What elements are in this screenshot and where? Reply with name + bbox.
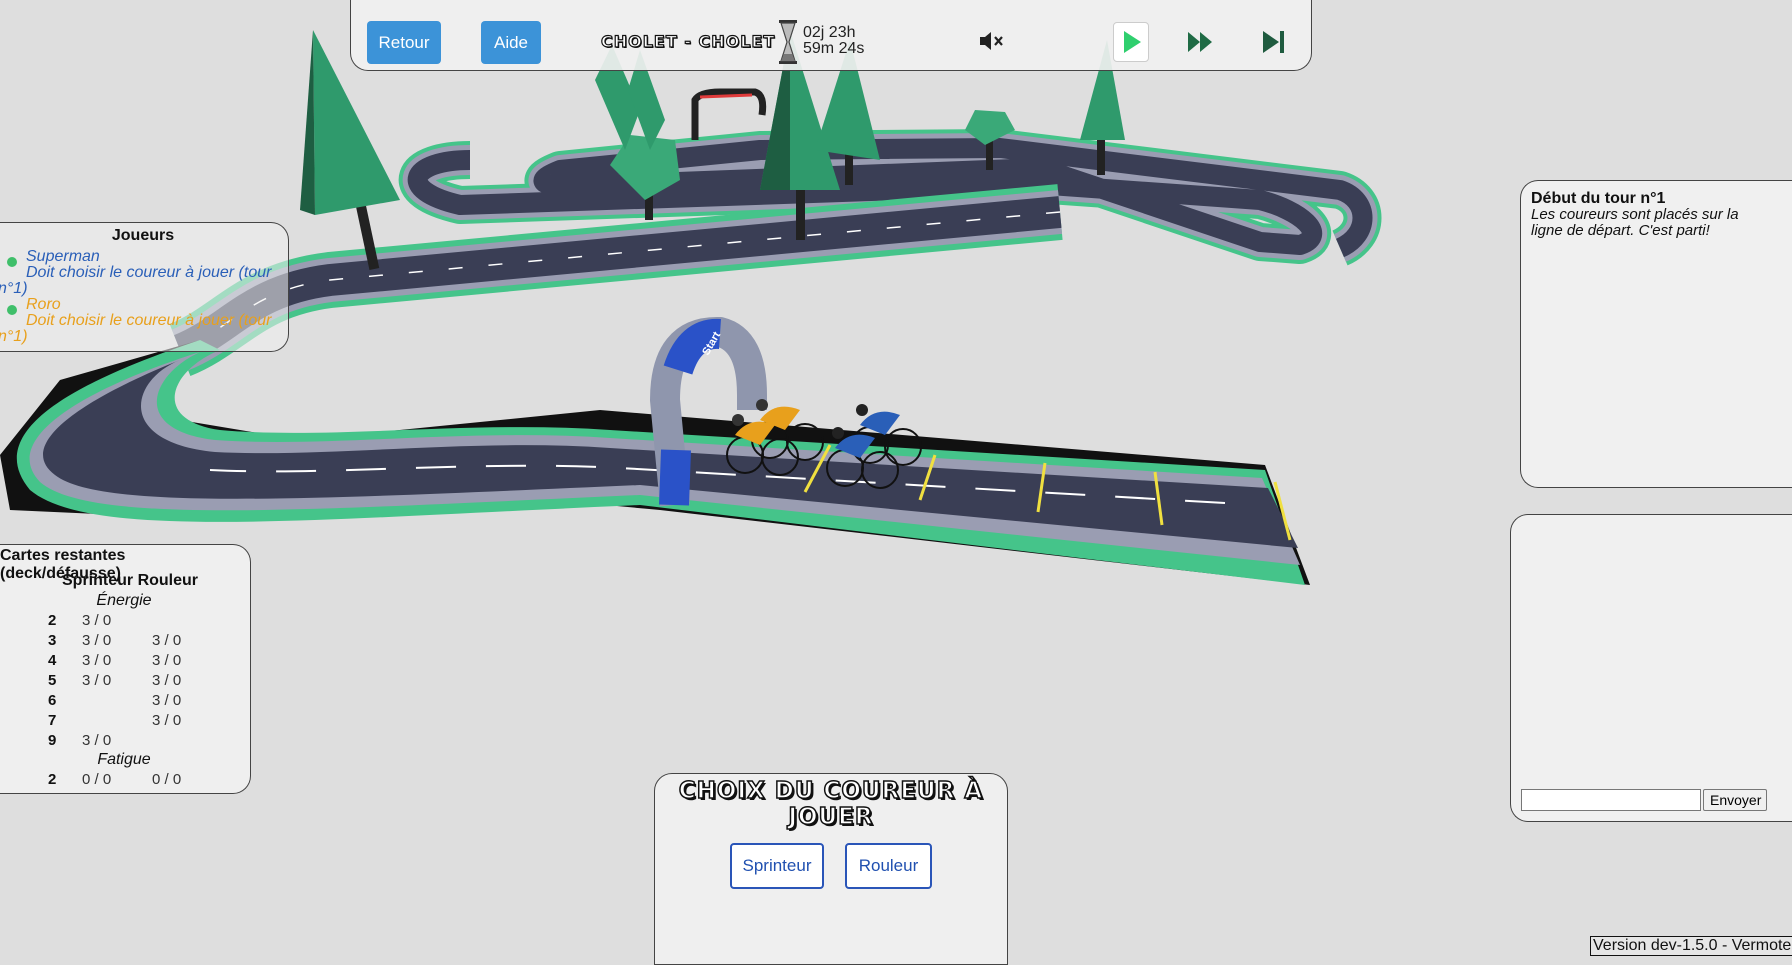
card-value: 7: [48, 712, 57, 729]
hourglass-icon: [779, 20, 797, 64]
card-value: 5: [48, 672, 57, 689]
play-icon[interactable]: [1113, 22, 1149, 62]
player-status: Doit choisir le coureur à jouer (tour n°…: [0, 264, 272, 297]
players-panel: Joueurs Superman Doit choisir le coureur…: [0, 222, 289, 352]
rouleur-count: 3 / 0: [152, 652, 182, 669]
player-name: Roro: [26, 296, 61, 313]
back-button[interactable]: Retour: [367, 21, 441, 64]
rouleur-button[interactable]: Rouleur: [845, 843, 932, 889]
sprinteur-count: 0 / 0: [82, 771, 112, 788]
version-label: Version dev-1.5.0 - Vermote: [1590, 936, 1792, 956]
table-row: 7 3 / 0: [0, 712, 250, 732]
table-row: 2 0 / 0 0 / 0: [0, 771, 250, 791]
cards-panel: Cartes restantes (deck/défausse) Sprinte…: [0, 544, 251, 794]
chat-input[interactable]: [1521, 789, 1701, 811]
sprinteur-count: 3 / 0: [82, 732, 112, 749]
energy-section-label: Énergie: [96, 592, 152, 609]
table-row: 4 3 / 0 3 / 0: [0, 652, 250, 672]
stage-title: CHOLET - CHOLET: [600, 31, 776, 51]
table-row: 6 3 / 0: [0, 692, 250, 712]
card-value: 4: [48, 652, 57, 669]
fast-forward-icon[interactable]: [1183, 24, 1219, 60]
timer-days-hours: 02j 23h: [803, 24, 856, 41]
card-value: 2: [48, 612, 57, 629]
card-value: 3: [48, 632, 57, 649]
help-button[interactable]: Aide: [481, 21, 541, 64]
send-button[interactable]: Envoyer: [1703, 789, 1767, 811]
choose-rider-title: CHOIX DU COUREUR À JOUER: [678, 777, 984, 831]
timer-minutes-seconds: 59m 24s: [803, 40, 865, 57]
player-item-superman: Superman Doit choisir le coureur à jouer…: [0, 249, 273, 297]
card-value: 9: [48, 732, 57, 749]
fatigue-section-label: Fatigue: [97, 751, 151, 768]
table-row: 9 3 / 0: [0, 732, 250, 752]
table-row: 5 3 / 0 3 / 0: [0, 672, 250, 692]
event-log-panel: Début du tour n°1 Les coureurs sont plac…: [1520, 180, 1792, 488]
sprinteur-count: 3 / 0: [82, 672, 112, 689]
players-title: Joueurs: [111, 227, 175, 244]
top-bar: Retour Aide CHOLET - CHOLET 02j 23h 59m …: [350, 0, 1312, 71]
card-value: 6: [48, 692, 57, 709]
cards-column-headers: Sprinteur Rouleur: [62, 572, 199, 589]
rouleur-count: 3 / 0: [152, 632, 182, 649]
skip-to-end-icon[interactable]: [1255, 24, 1291, 60]
player-name: Superman: [26, 248, 100, 265]
sprinteur-count: 3 / 0: [82, 632, 112, 649]
sprinteur-count: 3 / 0: [82, 652, 112, 669]
turn-timer: 02j 23h 59m 24s: [803, 25, 864, 57]
table-row: 3 3 / 0 3 / 0: [0, 632, 250, 652]
mute-icon[interactable]: [978, 30, 1004, 52]
card-value: 2: [48, 771, 57, 788]
choose-rider-panel: CHOIX DU COUREUR À JOUER Sprinteur Roule…: [654, 773, 1008, 965]
player-status: Doit choisir le coureur à jouer (tour n°…: [0, 312, 272, 345]
sprinteur-button[interactable]: Sprinteur: [730, 843, 824, 889]
player-item-roro: Roro Doit choisir le coureur à jouer (to…: [0, 297, 273, 345]
rouleur-count: 3 / 0: [152, 692, 182, 709]
table-row: 2 3 / 0: [0, 612, 250, 632]
chat-panel: Envoyer: [1510, 514, 1792, 822]
rouleur-count: 3 / 0: [152, 672, 182, 689]
sprinteur-count: 3 / 0: [82, 612, 112, 629]
middle-track: [168, 184, 1063, 376]
log-message: Les coureurs sont placés sur la ligne de…: [1531, 206, 1739, 239]
rouleur-count: 3 / 0: [152, 712, 182, 729]
rouleur-count: 0 / 0: [152, 771, 182, 788]
